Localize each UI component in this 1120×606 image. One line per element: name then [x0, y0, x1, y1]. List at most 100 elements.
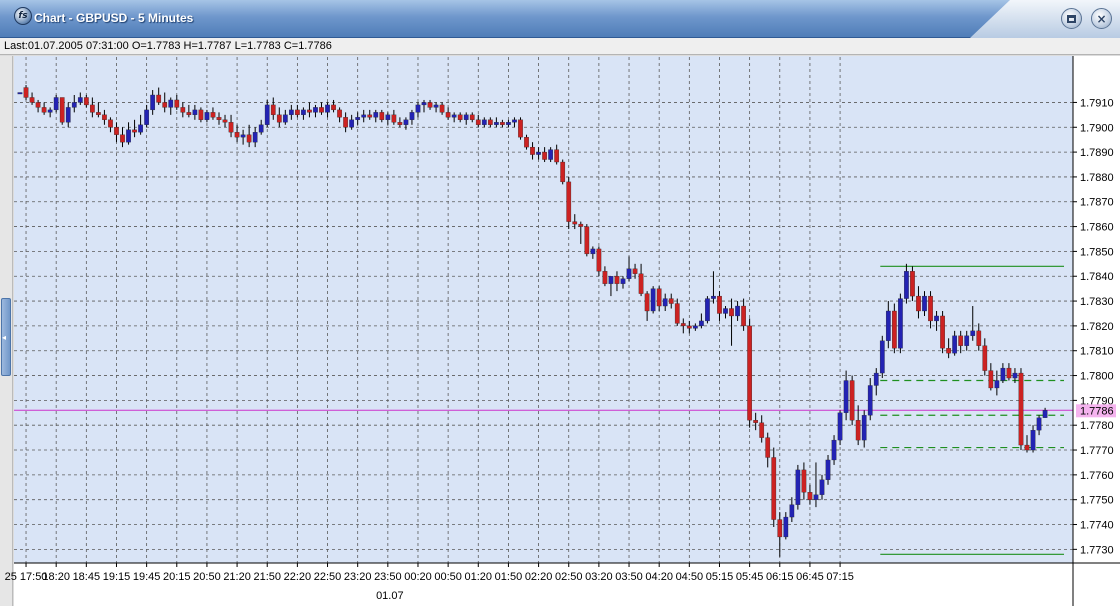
candle-body: [186, 112, 192, 115]
candle-body: [940, 315, 945, 349]
candle-body: [892, 310, 897, 349]
candle-body: [373, 112, 379, 118]
candle-body: [1000, 367, 1006, 381]
price-tick-label: 1.7860: [1080, 222, 1114, 234]
candle-body: [397, 122, 403, 125]
time-tick-label: 03:50: [615, 571, 643, 583]
time-tick-label: 03:20: [585, 571, 613, 583]
candle-body: [204, 112, 210, 120]
candle-body: [668, 298, 674, 304]
time-tick-label: 06:45: [796, 571, 824, 583]
candle-body: [270, 104, 276, 115]
candle-body: [747, 325, 752, 421]
time-tick-label: 23:50: [374, 571, 402, 583]
candle-body: [120, 134, 125, 143]
candle-body: [819, 479, 825, 495]
candle-body: [23, 87, 29, 98]
candle-body: [391, 114, 397, 123]
candle-body: [1012, 372, 1018, 379]
candle-body: [837, 412, 843, 441]
candle-body: [964, 335, 970, 346]
candle-body: [108, 119, 113, 128]
candle-body: [445, 112, 451, 118]
candle-body: [301, 109, 306, 115]
candle-body: [813, 494, 819, 500]
candle-body: [620, 278, 626, 284]
candle-body: [150, 94, 156, 111]
time-tick-label: 18:20: [42, 571, 70, 583]
candle-body: [331, 104, 336, 111]
candle-body: [114, 127, 119, 135]
time-tick-label: 07:15: [826, 571, 854, 583]
candle-body: [307, 109, 312, 113]
candle-body: [916, 295, 921, 312]
candle-body: [1018, 372, 1024, 446]
price-tick-label: 1.7810: [1080, 346, 1114, 358]
candle-body: [198, 109, 204, 120]
price-tick-label: 1.7900: [1080, 122, 1114, 134]
candle-body: [904, 271, 909, 299]
candle-body: [427, 102, 433, 108]
candle-body: [801, 469, 807, 493]
candle-body: [439, 104, 445, 113]
candle-body: [994, 380, 1000, 389]
candle-body: [970, 330, 976, 336]
time-tick-label: 02:20: [525, 571, 553, 583]
candle-body: [29, 97, 35, 103]
candle-body: [385, 114, 391, 120]
candle-body: [831, 439, 837, 461]
candle-body: [35, 102, 41, 108]
candle-body: [753, 420, 759, 423]
last-price-label: 1.7786: [1080, 405, 1114, 417]
plot-area[interactable]: [14, 56, 1073, 563]
candle-body: [481, 119, 487, 125]
candle-body: [988, 370, 994, 389]
time-tick-label: 21:20: [223, 571, 251, 583]
time-tick-label: 06:15: [766, 571, 794, 583]
price-tick-label: 1.7850: [1080, 246, 1114, 258]
candle-body: [946, 348, 951, 354]
time-tick-label: 05:15: [706, 571, 734, 583]
candle-body: [222, 119, 228, 123]
candle-body: [680, 323, 686, 327]
candle-body: [433, 104, 439, 108]
candle-body: [337, 109, 342, 118]
candle-body: [626, 268, 632, 279]
candle-body: [650, 288, 656, 312]
candle-body: [475, 119, 481, 125]
candle-body: [934, 315, 939, 322]
time-tick-label: 19:45: [133, 571, 161, 583]
candle-body: [180, 107, 186, 113]
price-chart[interactable]: 1.7910 1.7900 1.7890 1.7880 1.7870 1.7860 1.78…: [0, 0, 1120, 606]
candle-body: [138, 124, 143, 133]
candle-body: [421, 102, 427, 106]
time-tick-label: 00:20: [404, 571, 432, 583]
candle-body: [349, 119, 355, 128]
candle-body: [1030, 430, 1036, 451]
candle-body: [144, 109, 149, 125]
candle-body: [922, 295, 927, 312]
candle-body: [759, 422, 765, 438]
time-axis-area: [14, 563, 1073, 606]
candle-body: [638, 273, 644, 294]
time-tick-label: 04:50: [676, 571, 704, 583]
candle-body: [379, 112, 385, 120]
candle-body: [885, 310, 891, 341]
candle-body: [518, 119, 523, 138]
candle-body: [843, 380, 849, 413]
candle-body: [463, 114, 469, 120]
time-tick-label: 04:20: [645, 571, 673, 583]
candle-body: [632, 268, 638, 274]
candle-body: [355, 117, 361, 120]
candle-body: [168, 99, 174, 108]
candle-body: [705, 298, 710, 322]
candle-body: [898, 298, 903, 349]
price-tick-label: 1.7820: [1080, 321, 1114, 333]
candle-body: [723, 308, 728, 314]
time-tick-label: 22:50: [314, 571, 342, 583]
candle-body: [47, 109, 53, 113]
candle-body: [90, 104, 95, 113]
candle-body: [741, 305, 746, 327]
candle-body: [777, 519, 783, 538]
price-tick-label: 1.7770: [1080, 445, 1114, 457]
